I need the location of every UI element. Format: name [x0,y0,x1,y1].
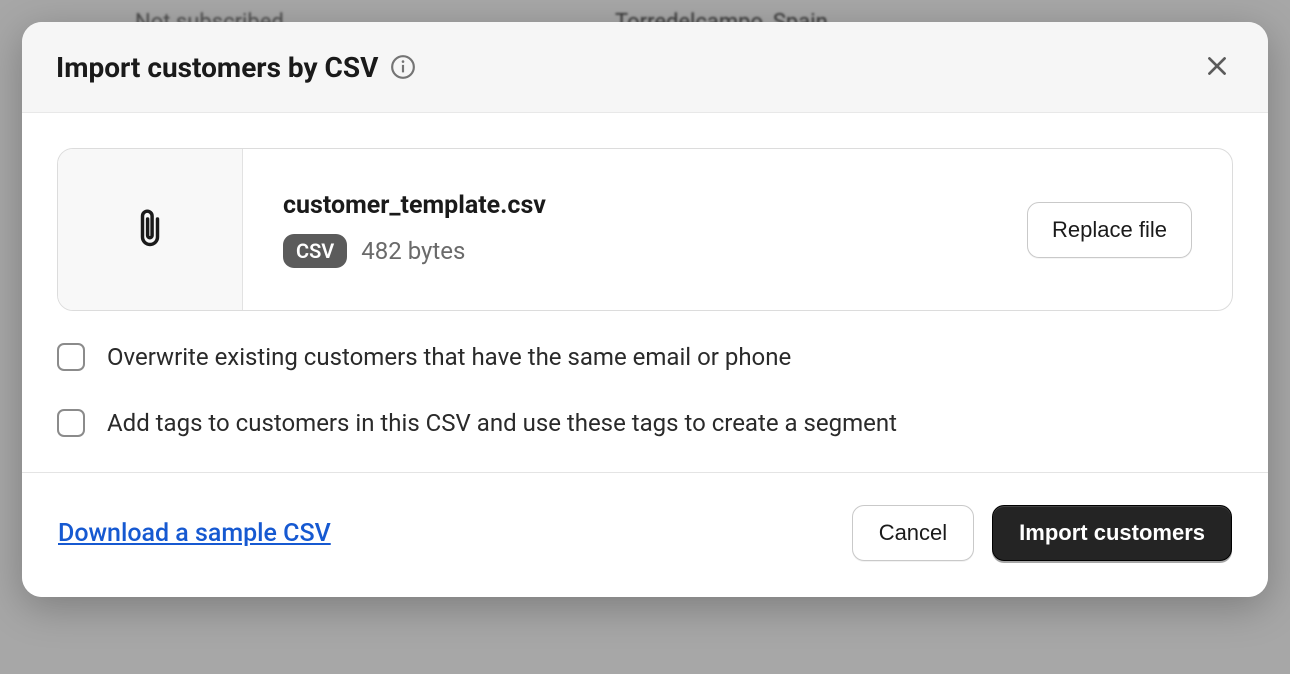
add-tags-checkbox[interactable] [57,409,85,437]
footer-buttons: Cancel Import customers [852,505,1232,561]
import-customers-button[interactable]: Import customers [992,505,1232,561]
file-size: 482 bytes [361,237,465,265]
file-meta: CSV 482 bytes [283,234,546,268]
modal-title-wrap: Import customers by CSV [56,51,416,84]
add-tags-checkbox-label[interactable]: Add tags to customers in this CSV and us… [107,409,897,437]
info-icon[interactable] [390,54,416,80]
file-card: customer_template.csv CSV 482 bytes Repl… [57,148,1233,311]
overwrite-checkbox[interactable] [57,343,85,371]
import-customers-modal: Import customers by CSV [22,22,1268,597]
modal-header: Import customers by CSV [22,22,1268,113]
file-name: customer_template.csv [283,191,546,220]
attachment-icon [132,207,168,253]
overwrite-checkbox-label[interactable]: Overwrite existing customers that have t… [107,343,791,371]
replace-file-button[interactable]: Replace file [1027,202,1192,258]
checkbox-list: Overwrite existing customers that have t… [57,343,1233,437]
cancel-button[interactable]: Cancel [852,505,974,561]
download-sample-link[interactable]: Download a sample CSV [58,519,331,548]
close-button[interactable] [1200,50,1234,84]
add-tags-checkbox-row[interactable]: Add tags to customers in this CSV and us… [57,409,1233,437]
modal-title: Import customers by CSV [56,51,378,84]
file-type-badge: CSV [283,234,347,268]
file-text: customer_template.csv CSV 482 bytes [283,191,546,268]
file-info: customer_template.csv CSV 482 bytes Repl… [243,149,1232,310]
close-icon [1204,53,1230,82]
modal-footer: Download a sample CSV Cancel Import cust… [22,472,1268,597]
overwrite-checkbox-row[interactable]: Overwrite existing customers that have t… [57,343,1233,371]
modal-body: customer_template.csv CSV 482 bytes Repl… [22,113,1268,472]
file-icon-area [58,149,243,310]
